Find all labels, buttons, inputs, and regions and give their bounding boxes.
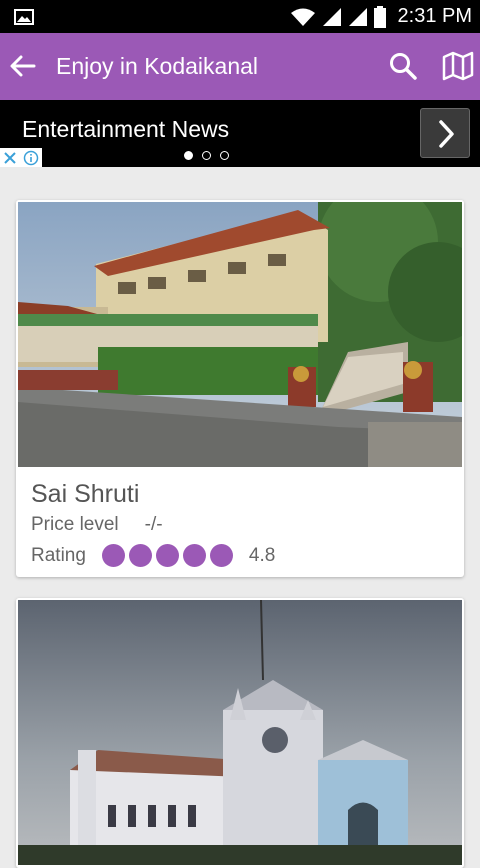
- signal-icon-2: [348, 7, 367, 26]
- signal-icon: [322, 7, 341, 26]
- place-photo: [18, 202, 462, 467]
- place-card[interactable]: [16, 598, 464, 868]
- ad-info-badge[interactable]: [0, 148, 42, 167]
- wifi-icon: [290, 8, 315, 26]
- status-time: 2:31 PM: [397, 5, 472, 27]
- place-card[interactable]: Sai Shruti Price level -/- Rating 4.8: [16, 200, 464, 577]
- carousel-dot: [220, 151, 229, 160]
- rating-circle: [101, 544, 125, 567]
- place-photo: [18, 600, 462, 865]
- page-title: Enjoy in Kodaikanal: [56, 53, 259, 79]
- ad-banner[interactable]: Entertainment News: [0, 100, 480, 167]
- battery-icon: [373, 5, 386, 28]
- rating-circle: [128, 544, 152, 567]
- map-icon[interactable]: [442, 51, 474, 81]
- ad-carousel-dots: [184, 151, 229, 160]
- close-icon[interactable]: [3, 151, 17, 165]
- carousel-dot: [202, 151, 211, 160]
- carousel-dot-active: [184, 151, 193, 160]
- rating-value: 4.8: [248, 544, 276, 566]
- back-arrow-icon[interactable]: [8, 51, 38, 81]
- rating-circle: [182, 544, 206, 567]
- rating-circle: [155, 544, 179, 567]
- rating-circles: [101, 544, 233, 567]
- ad-title[interactable]: Entertainment News: [22, 116, 229, 143]
- price-value: -/-: [144, 514, 163, 535]
- rating-circle: [209, 544, 233, 567]
- place-name: Sai Shruti: [31, 480, 140, 508]
- image-notification-icon: [14, 9, 34, 25]
- ad-next-button[interactable]: [420, 108, 470, 158]
- rating-row: Rating 4.8: [31, 544, 275, 567]
- rating-label: Rating: [31, 544, 86, 566]
- price-row: Price level -/-: [31, 514, 163, 536]
- search-icon[interactable]: [388, 51, 418, 81]
- chevron-right-icon: [439, 120, 454, 148]
- info-icon[interactable]: [23, 150, 39, 166]
- app-bar: Enjoy in Kodaikanal: [0, 33, 480, 100]
- price-label: Price level: [31, 514, 119, 535]
- status-bar: 2:31 PM: [0, 0, 480, 33]
